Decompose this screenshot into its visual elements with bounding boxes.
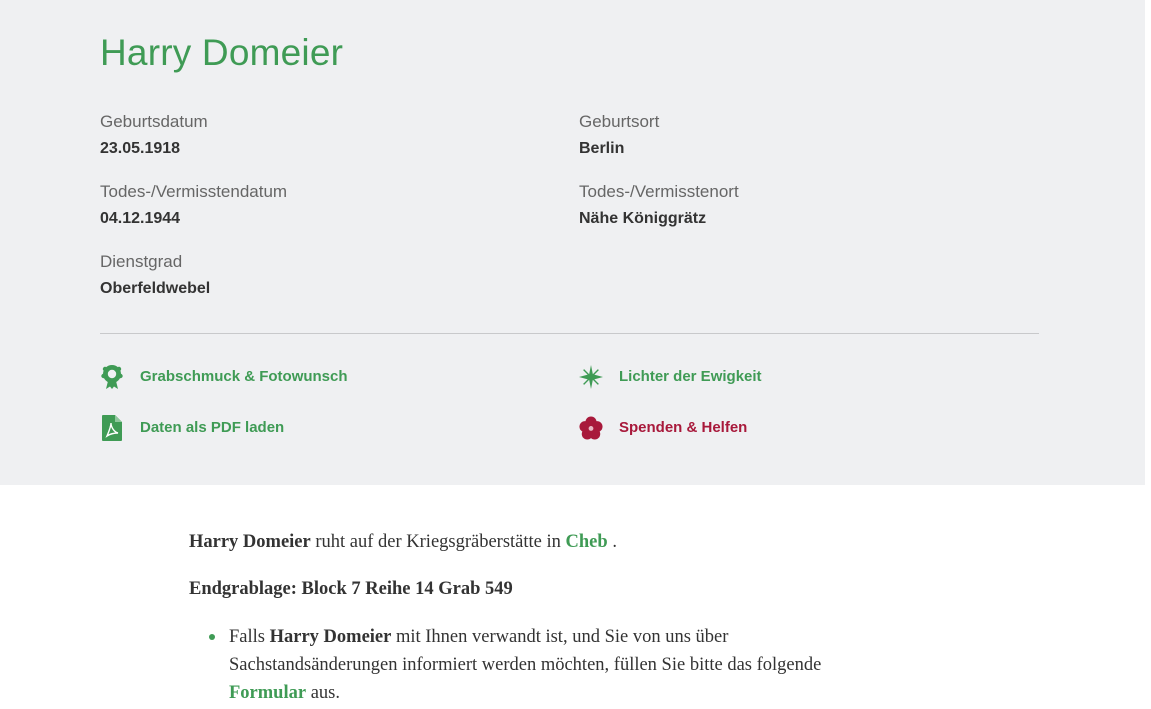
pdf-download-label: Daten als PDF laden — [140, 419, 285, 436]
note-person-name: Harry Domeier — [269, 627, 392, 647]
birth-date-label: Geburtsdatum — [100, 112, 208, 131]
death-date-value: 04.12.1944 — [100, 210, 181, 227]
resting-place-sentence: ruht auf der Kriegsgräberstätte in — [310, 532, 566, 552]
notice-list: Falls Harry Domeier mit Ihnen verwandt i… — [209, 623, 889, 707]
death-place-label: Todes-/Vermisstenort — [579, 182, 739, 201]
bullet-icon — [209, 634, 215, 640]
grave-decoration-link[interactable]: Grabschmuck & Fotowunsch — [100, 364, 348, 390]
resting-place-end: . — [607, 532, 617, 552]
rank-label: Dienstgrad — [100, 252, 183, 271]
person-name-heading: Harry Domeier — [100, 32, 344, 73]
birth-place-field: Geburtsort Berlin — [579, 112, 659, 159]
wreath-icon — [100, 364, 124, 390]
note-end: aus. — [306, 683, 340, 703]
death-place-field: Todes-/Vermisstenort Nähe Königgrätz — [579, 182, 739, 229]
rank-field: Dienstgrad Oberfeldwebel — [100, 252, 210, 299]
birth-place-value: Berlin — [579, 140, 625, 157]
list-item: Falls Harry Domeier mit Ihnen verwandt i… — [209, 623, 889, 707]
grave-location: Endgrablage: Block 7 Reihe 14 Grab 549 — [189, 579, 513, 599]
form-link[interactable]: Formular — [229, 683, 306, 703]
rank-value: Oberfeldwebel — [100, 280, 211, 297]
birth-date-value: 23.05.1918 — [100, 140, 181, 157]
donate-label: Spenden & Helfen — [619, 419, 748, 436]
resting-place-text: Harry Domeier ruht auf der Kriegsgräbers… — [189, 528, 617, 556]
resting-person-name: Harry Domeier — [189, 532, 311, 552]
death-place-value: Nähe Königgrätz — [579, 210, 707, 227]
birth-place-label: Geburtsort — [579, 112, 660, 131]
grave-decoration-label: Grabschmuck & Fotowunsch — [140, 368, 348, 385]
death-date-field: Todes-/Vermisstendatum 04.12.1944 — [100, 182, 287, 229]
person-info-panel: Harry Domeier Geburtsdatum 23.05.1918 Ge… — [0, 0, 1145, 485]
divider — [100, 333, 1039, 334]
pdf-file-icon — [100, 415, 124, 441]
pdf-download-link[interactable]: Daten als PDF laden — [100, 415, 284, 441]
cemetery-link[interactable]: Cheb — [566, 532, 608, 552]
eternal-lights-link[interactable]: Lichter der Ewigkeit — [579, 364, 762, 390]
birth-date-field: Geburtsdatum 23.05.1918 — [100, 112, 208, 159]
note-prefix: Falls — [229, 627, 270, 647]
eternal-lights-label: Lichter der Ewigkeit — [619, 368, 762, 385]
death-date-label: Todes-/Vermisstendatum — [100, 182, 288, 201]
star-light-icon — [579, 364, 603, 390]
flower-icon — [579, 415, 603, 441]
donate-link[interactable]: Spenden & Helfen — [579, 415, 747, 441]
